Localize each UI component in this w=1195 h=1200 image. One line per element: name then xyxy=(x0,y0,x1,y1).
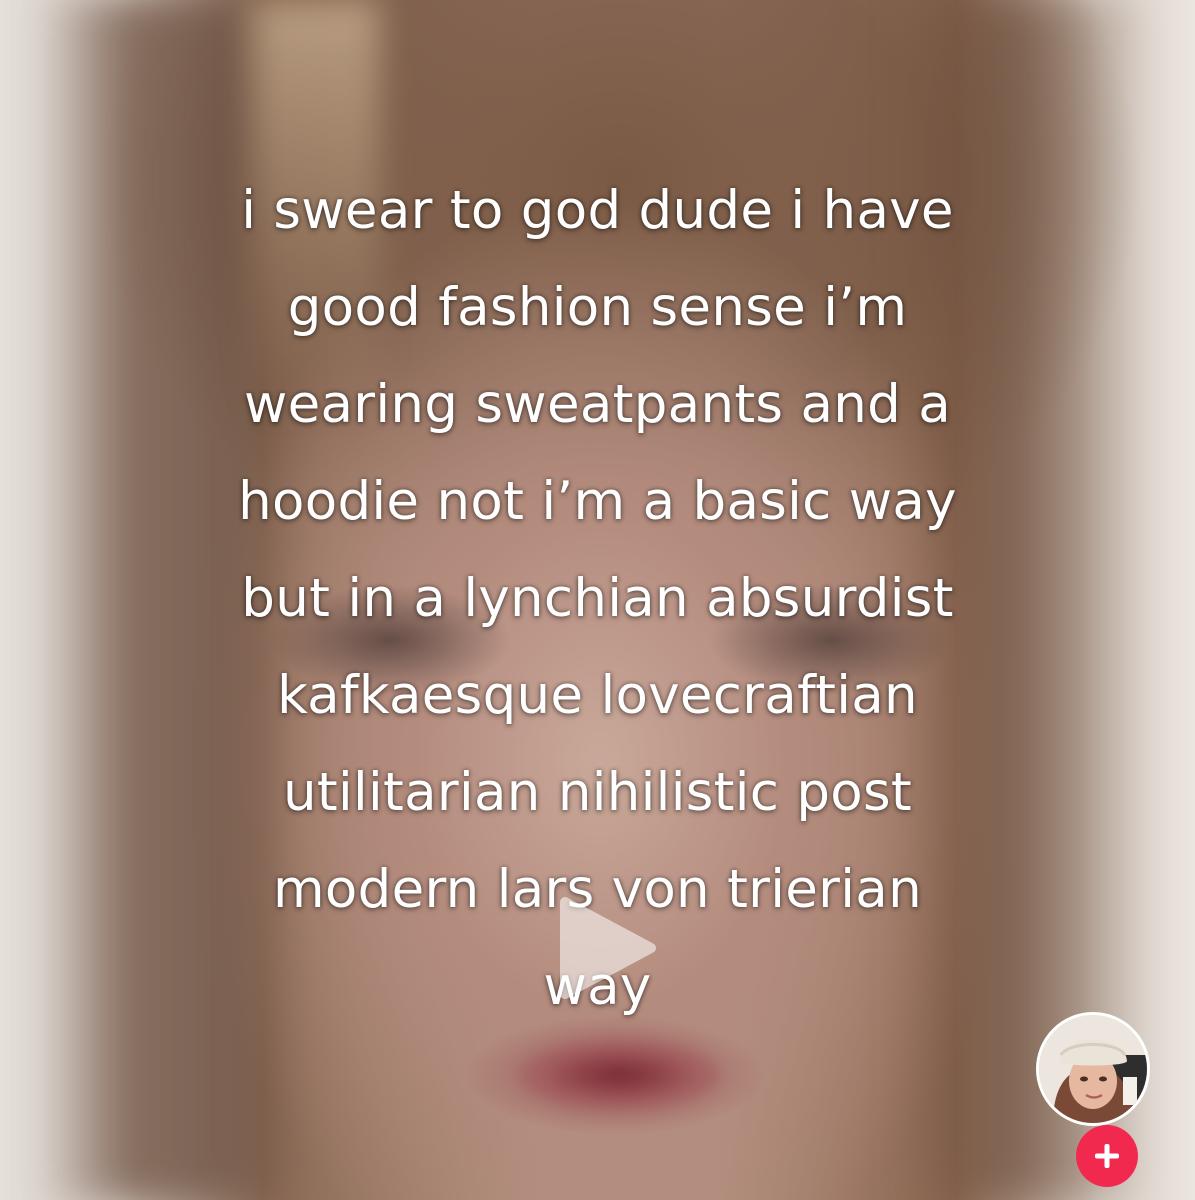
caption-line: wearing sweatpants and a xyxy=(243,374,952,435)
caption-line: utilitarian nihilistic post xyxy=(283,762,912,823)
video-background-mouth xyxy=(520,1040,720,1110)
caption-line: but in a lynchian absurdist xyxy=(241,568,954,629)
caption-line: i swear to god dude i have xyxy=(241,180,954,241)
creator-avatar[interactable] xyxy=(1036,1012,1150,1126)
plus-icon xyxy=(1095,1144,1119,1168)
avatar-image xyxy=(1039,1015,1147,1123)
caption-line: good fashion sense i’m xyxy=(287,277,908,338)
follow-button[interactable] xyxy=(1076,1125,1138,1187)
caption-line: kafkaesque lovecraftian xyxy=(277,665,918,726)
video-frame[interactable]: i swear to god dude i have good fashion … xyxy=(0,0,1195,1200)
play-icon[interactable] xyxy=(543,888,663,1008)
caption-line: hoodie not i’m a basic way xyxy=(238,471,957,532)
